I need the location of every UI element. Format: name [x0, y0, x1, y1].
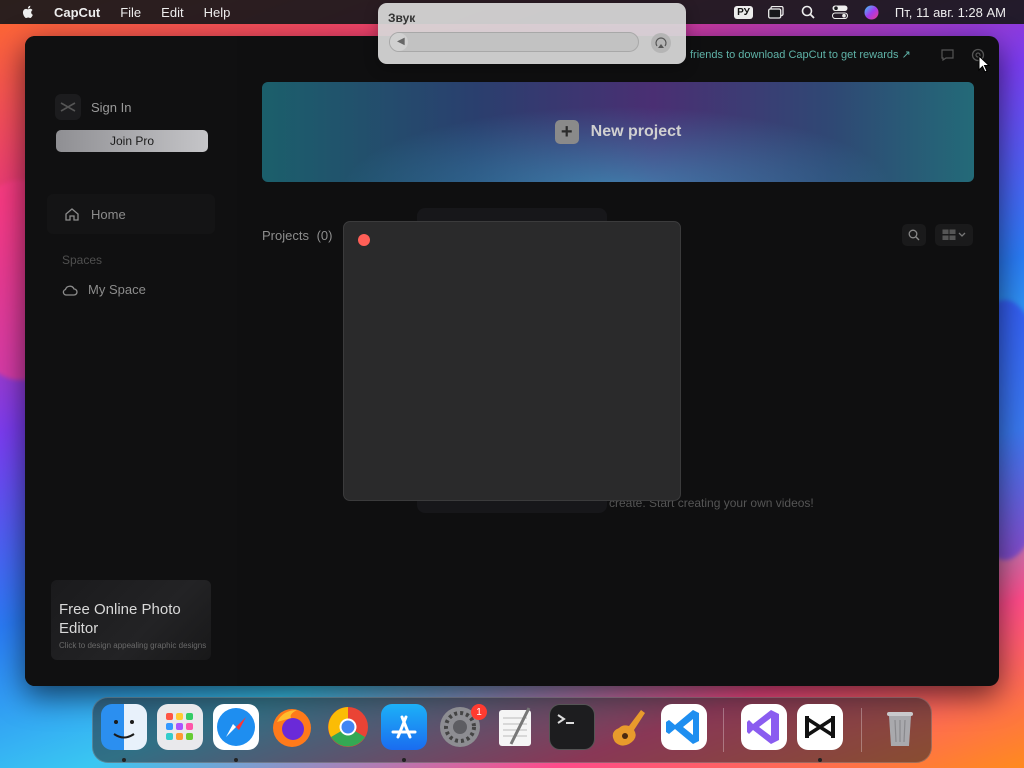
speaker-icon: ◀ — [397, 36, 405, 47]
sign-in-label: Sign In — [91, 99, 132, 115]
view-mode-dropdown[interactable] — [935, 224, 973, 246]
home-icon — [65, 207, 79, 221]
dock-separator — [861, 708, 862, 752]
sidebar: Sign In Join Pro Home Spaces My Space Fr… — [25, 36, 237, 686]
spaces-heading: Spaces — [62, 253, 103, 267]
menu-app-name[interactable]: CapCut — [54, 5, 100, 20]
dock: 1 — [92, 697, 932, 763]
running-indicator — [818, 758, 822, 762]
running-indicator — [122, 758, 126, 762]
siri-icon[interactable] — [863, 5, 881, 19]
dock-trash-icon[interactable] — [877, 704, 923, 750]
cloud-icon — [62, 285, 78, 296]
volume-slider[interactable]: ◀ — [389, 32, 639, 52]
sidebar-item-label: Home — [91, 206, 126, 222]
dock-visual-studio-icon[interactable] — [741, 704, 787, 750]
dialog-close-button[interactable] — [358, 234, 370, 246]
dock-textedit-icon[interactable] — [493, 704, 539, 750]
dock-vscode-icon[interactable] — [661, 704, 707, 750]
grid-view-icon — [942, 229, 956, 240]
projects-heading: Projects (0) — [262, 228, 332, 243]
dock-separator — [723, 708, 724, 752]
dock-launchpad-icon[interactable] — [157, 704, 203, 750]
menu-help[interactable]: Help — [204, 5, 231, 20]
sound-popup: Звук ◀ — [378, 3, 686, 64]
projects-count: (0) — [316, 228, 333, 243]
project-search-button[interactable] — [902, 224, 926, 246]
promo-title: Free Online Photo Editor — [59, 601, 181, 637]
notification-badge: 1 — [471, 704, 487, 720]
menu-file[interactable]: File — [120, 5, 141, 20]
sign-in-button[interactable]: Sign In — [55, 90, 217, 124]
sidebar-item-home[interactable]: Home — [47, 194, 215, 234]
photo-editor-promo-card[interactable]: Free Online Photo Editor Click to design… — [51, 580, 211, 660]
dock-garageband-icon[interactable] — [605, 704, 651, 750]
chevron-down-icon — [958, 232, 966, 237]
menu-edit[interactable]: Edit — [161, 5, 183, 20]
join-pro-button[interactable]: Join Pro — [56, 130, 208, 152]
dock-terminal-icon[interactable] — [549, 704, 595, 750]
capcut-logo-icon — [55, 94, 81, 120]
dock-app-store-icon[interactable] — [381, 704, 427, 750]
search-icon — [908, 229, 920, 241]
menu-clock[interactable]: Пт, 11 авг. 1:28 AM — [895, 5, 1006, 20]
sidebar-item-my-space[interactable]: My Space — [62, 282, 146, 297]
promo-subtitle: Click to design appealing graphic design… — [59, 641, 207, 650]
plus-icon: + — [554, 120, 579, 144]
dock-firefox-icon[interactable] — [269, 704, 315, 750]
dock-finder-icon[interactable] — [101, 704, 147, 750]
spotlight-search-icon[interactable] — [799, 5, 817, 19]
running-indicator — [402, 758, 406, 762]
control-center-icon[interactable] — [831, 5, 849, 19]
mouse-cursor-icon — [978, 54, 991, 78]
dock-safari-icon[interactable] — [213, 704, 259, 750]
airplay-audio-icon[interactable] — [651, 33, 671, 53]
projects-label: Projects — [262, 228, 309, 243]
new-project-label: New project — [590, 123, 682, 140]
dock-chrome-icon[interactable] — [325, 704, 371, 750]
new-project-banner[interactable]: + New project — [262, 82, 974, 182]
sound-title: Звук — [388, 11, 416, 25]
input-source-badge[interactable]: РУ — [734, 5, 753, 19]
blank-dialog-window — [343, 221, 681, 501]
apple-menu-icon[interactable] — [20, 4, 36, 20]
window-switcher-icon[interactable] — [767, 5, 785, 19]
running-indicator — [234, 758, 238, 762]
feedback-icon[interactable] — [941, 48, 954, 66]
dock-capcut-icon[interactable] — [797, 704, 843, 750]
sidebar-item-label: My Space — [88, 282, 146, 297]
invite-friends-link[interactable]: friends to download CapCut to get reward… — [690, 48, 911, 61]
